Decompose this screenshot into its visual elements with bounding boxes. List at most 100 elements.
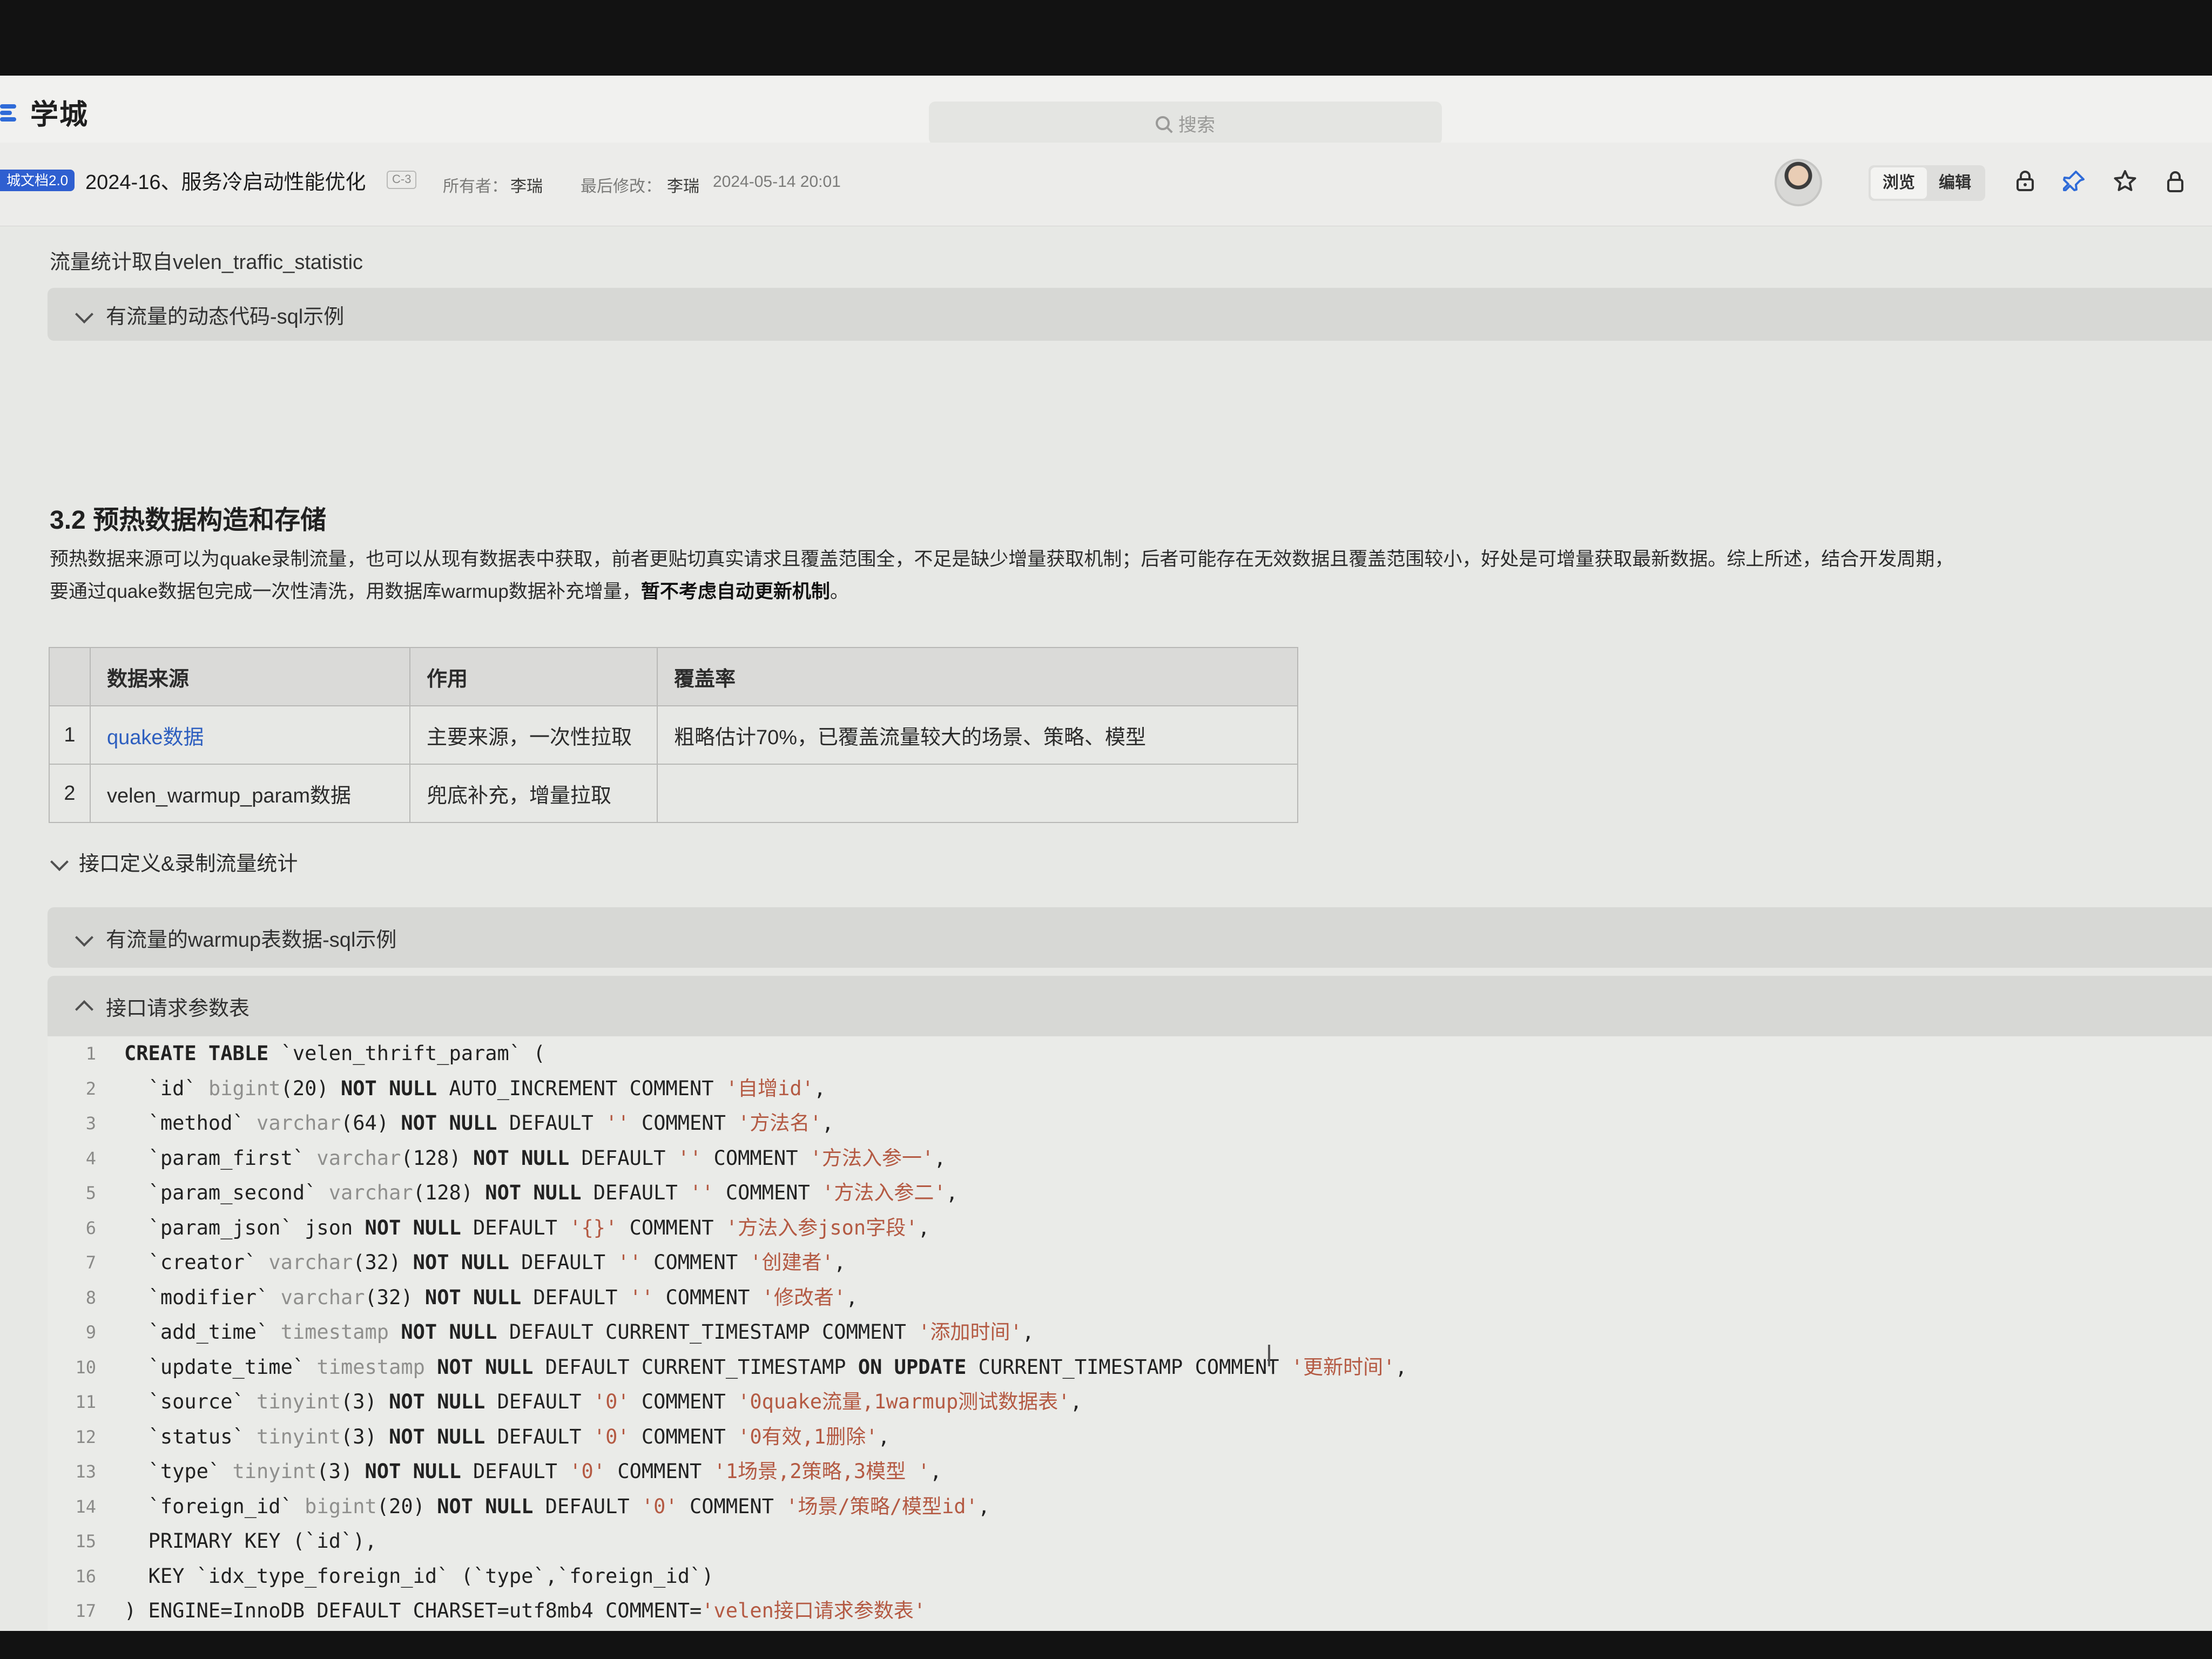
code-line-text: `type` tinyint(3) NOT NULL DEFAULT '0' C… [124,1460,942,1483]
line-number: 13 [75,1461,96,1482]
line-number: 17 [75,1601,96,1621]
code-line-text: ) ENGINE=InnoDB DEFAULT CHARSET=utf8mb4 … [124,1599,926,1622]
toggle-label: 接口定义&录制流量统计 [79,853,298,875]
coverage-cell [657,764,1298,823]
code-line: 11 `source` tinyint(3) NOT NULL DEFAULT … [48,1385,2212,1420]
chevron-down-icon [75,305,93,323]
code-line: 14 `foreign_id` bigint(20) NOT NULL DEFA… [48,1489,2212,1525]
code-line: 17 ) ENGINE=InnoDB DEFAULT CHARSET=utf8mb… [48,1594,2212,1629]
code-line-text: PRIMARY KEY (`id`), [124,1529,377,1553]
code-line: 3 `method` varchar(64) NOT NULL DEFAULT … [48,1106,2212,1141]
code-line-text: `update_time` timestamp NOT NULL DEFAULT… [124,1355,1407,1379]
code-block-title: 接口请求参数表 [106,997,250,1020]
chevron-up-icon [75,1000,93,1019]
pin-button[interactable] [2058,165,2090,198]
row-index: 2 [49,764,91,823]
line-number: 16 [75,1566,96,1587]
row-index: 1 [49,705,91,765]
code-line: 13 `type` tinyint(3) NOT NULL DEFAULT '0… [48,1454,2212,1489]
code-block-header[interactable]: 接口请求参数表 [48,976,2212,1036]
role-cell: 兜底补充，增量拉取 [409,764,658,823]
owner-name: 李瑞 [510,178,543,195]
header-source: 数据来源 [90,647,410,706]
quake-data-link[interactable]: quake数据 [107,726,204,749]
code-line-text: `param_first` varchar(128) NOT NULL DEFA… [124,1146,946,1170]
screen: 学城 搜索 城文档2.0 2024-16、服务冷启动性能优化 C-3 所有者： … [0,76,2212,1631]
line-number: 7 [85,1252,96,1273]
document-title[interactable]: 2024-16、服务冷启动性能优化 [85,165,366,195]
code-line: 1 CREATE TABLE `velen_thrift_param` ( [48,1036,2212,1071]
coverage-cell: 粗略估计70%，已覆盖流量较大的场景、策略、模型 [657,705,1298,765]
modified-by: 李瑞 [667,178,699,195]
share-lock-icon [2017,171,2034,191]
code-line-text: `modifier` varchar(32) NOT NULL DEFAULT … [124,1285,858,1309]
document-version-tag: 城文档2.0 [0,170,75,191]
line-number: 3 [85,1113,96,1134]
line-number: 12 [75,1426,96,1447]
document-content: 流量统计取自velen_traffic_statistic 有流量的动态代码-s… [0,226,2212,1631]
collapsible-title: 有流量的warmup表数据-sql示例 [106,928,397,952]
code-line-text: `param_json` json NOT NULL DEFAULT '{}' … [124,1216,930,1239]
line-number: 6 [85,1217,96,1238]
modified-time: 2024-05-14 20:01 [713,173,841,191]
code-line-text: `foreign_id` bigint(20) NOT NULL DEFAULT… [124,1494,990,1518]
favorite-button[interactable] [2109,165,2141,198]
search-placeholder: 搜索 [1178,114,1215,136]
chevron-down-icon [75,928,93,947]
intro-bold-text: 暂不考虑自动更新机制 [640,581,830,602]
intro-line-2: 要通过quake数据包完成一次性清洗，用数据库warmup数据补充增量，暂不考虑… [50,581,849,602]
code-line: 9 `add_time` timestamp NOT NULL DEFAULT … [48,1315,2212,1350]
traffic-source-text: 流量统计取自velen_traffic_statistic [50,251,363,274]
source-cell: velen_warmup_param数据 [90,764,410,823]
code-line-text: `status` tinyint(3) NOT NULL DEFAULT '0'… [124,1425,890,1448]
search-box[interactable]: 搜索 [929,102,1442,145]
header-coverage: 覆盖率 [657,647,1298,706]
top-bar: 学城 搜索 [0,76,2212,145]
owner-label: 所有者： [443,178,508,195]
code-line: 4 `param_first` varchar(128) NOT NULL DE… [48,1141,2212,1176]
code-line: 6 `param_json` json NOT NULL DEFAULT '{}… [48,1211,2212,1246]
collapsible-title: 有流量的动态代码-sql示例 [106,305,345,328]
table-row: 1 quake数据 主要来源，一次性拉取 粗略估计70%，已覆盖流量较大的场景、… [49,705,1298,765]
collapsible-warmup-sql[interactable]: 有流量的warmup表数据-sql示例 [48,907,2212,968]
avatar[interactable] [1775,159,1822,206]
brand-name: 学城 [30,99,89,131]
role-cell: 主要来源，一次性拉取 [409,705,658,765]
code-line-text: CREATE TABLE `velen_thrift_param` ( [124,1042,545,1065]
code-block: 接口请求参数表 1 CREATE TABLE `velen_thrift_para… [48,976,2212,1631]
chevron-down-icon [50,852,69,871]
modified-label: 最后修改： [581,178,662,195]
line-number: 14 [75,1496,96,1517]
view-mode-button[interactable]: 浏览 [1871,167,1927,199]
data-source-table: 数据来源 作用 覆盖率 1 quake数据 主要来源，一次性拉取 粗略估计70%… [49,647,1298,823]
lock-icon [2167,171,2183,192]
code-line-text: `method` varchar(64) NOT NULL DEFAULT ''… [124,1111,834,1135]
search-icon [1156,116,1170,130]
code-line-text: `id` bigint(20) NOT NULL AUTO_INCREMENT … [124,1076,826,1100]
toggle-interface-definition[interactable]: 接口定义&录制流量统计 [50,847,298,876]
code-line: 10 `update_time` timestamp NOT NULL DEFA… [48,1350,2212,1385]
brand-logo-icon [0,99,18,126]
line-number: 11 [75,1392,96,1412]
table-row: 2 velen_warmup_param数据 兜底补充，增量拉取 [49,764,1298,823]
code-line: 8 `modifier` varchar(32) NOT NULL DEFAUL… [48,1280,2212,1316]
code-line: 12 `status` tinyint(3) NOT NULL DEFAULT … [48,1420,2212,1455]
code-line: 15 PRIMARY KEY (`id`), [48,1524,2212,1559]
collapsible-dynamic-sql[interactable]: 有流量的动态代码-sql示例 [48,288,2212,341]
line-number: 15 [75,1531,96,1552]
lock-button[interactable] [2159,165,2191,198]
line-number: 5 [85,1183,96,1203]
code-line-text: `add_time` timestamp NOT NULL DEFAULT CU… [124,1320,1035,1344]
text-cursor-icon [1268,1345,1280,1366]
brand[interactable]: 学城 [0,92,89,132]
line-number: 10 [75,1357,96,1378]
edit-mode-button[interactable]: 编辑 [1927,167,1983,199]
code-content: 1 CREATE TABLE `velen_thrift_param` ( 2 `i… [48,1036,2212,1631]
code-line: 5 `param_second` varchar(128) NOT NULL D… [48,1176,2212,1211]
code-line-text: `creator` varchar(32) NOT NULL DEFAULT '… [124,1251,846,1274]
share-lock-button[interactable] [2009,165,2041,198]
line-number: 1 [85,1043,96,1064]
table-header-row: 数据来源 作用 覆盖率 [49,647,1298,706]
line-number: 2 [85,1078,96,1099]
code-line-text: KEY `idx_type_foreign_id` (`type`,`forei… [124,1564,714,1588]
